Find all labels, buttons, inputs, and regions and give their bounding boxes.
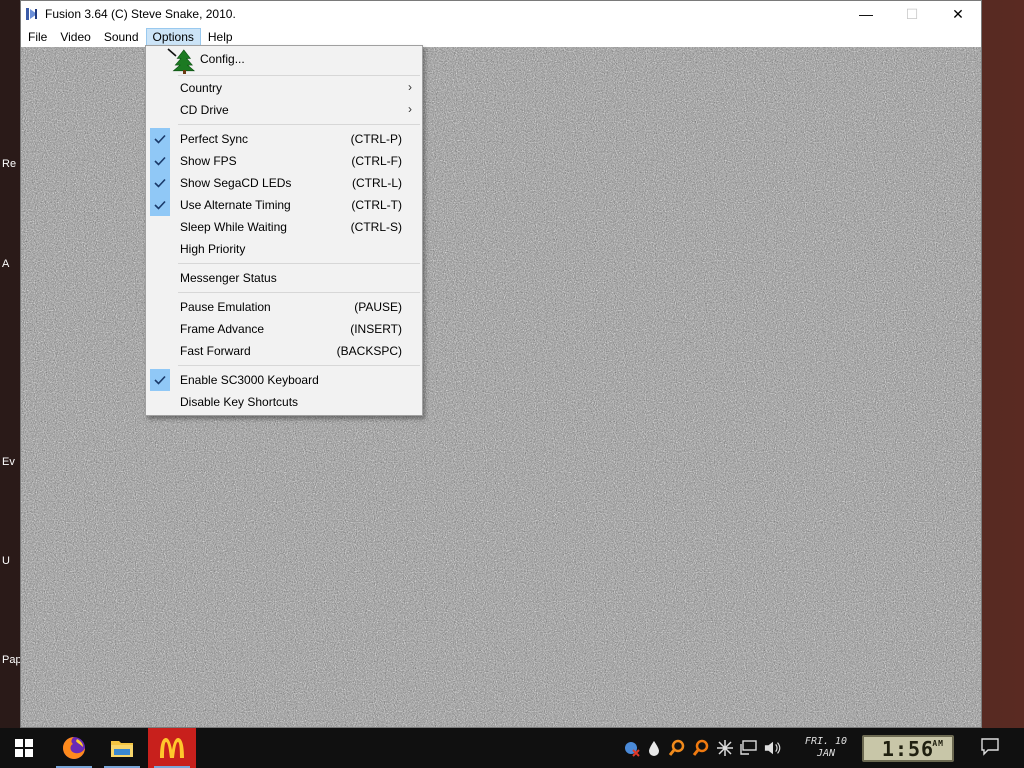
menu-item-frame-advance[interactable]: Frame Advance (INSERT) (146, 318, 422, 340)
shortcut-text: (CTRL-L) (352, 176, 402, 190)
taskbar-firefox[interactable] (50, 728, 98, 768)
use-alternate-timing-label: Use Alternate Timing (180, 198, 291, 212)
menu-separator (178, 75, 420, 76)
country-label: Country (180, 81, 223, 95)
high-priority-label: High Priority (180, 242, 246, 256)
taskbar-file-explorer[interactable] (98, 728, 146, 768)
menu-separator (178, 365, 420, 366)
checkmark-icon (150, 128, 170, 150)
menu-item-perfect-sync[interactable]: Perfect Sync (CTRL-P) (146, 128, 422, 150)
desktop-icon-label: A (2, 258, 10, 270)
checkmark-icon (150, 369, 170, 391)
menu-item-show-segacd-leds[interactable]: Show SegaCD LEDs (CTRL-L) (146, 172, 422, 194)
notification-icon (981, 738, 999, 756)
menu-item-country[interactable]: Country › (146, 77, 422, 99)
enable-sc3000-keyboard-label: Enable SC3000 Keyboard (180, 373, 319, 387)
show-fps-label: Show FPS (180, 154, 237, 168)
checkmark-icon (150, 216, 170, 238)
menu-file[interactable]: File (22, 28, 53, 46)
windows-logo-icon (15, 739, 33, 757)
desktop-icon-label: Pap (2, 654, 22, 666)
taskbar-date[interactable]: FRI. 10 JAN (796, 736, 856, 762)
menu-separator (178, 263, 420, 264)
tray-volume-icon[interactable] (764, 738, 782, 758)
date-month: JAN (816, 748, 836, 759)
submenu-arrow-icon: › (408, 80, 412, 94)
tray-search-orange-icon[interactable] (692, 738, 710, 758)
desktop-icon-label: Re (2, 158, 17, 170)
minimize-icon: — (859, 6, 873, 22)
checkmark-icon (150, 150, 170, 172)
menu-separator (178, 292, 420, 293)
clock-ampm: AM (932, 739, 944, 748)
title-bar[interactable]: Fusion 3.64 (C) Steve Snake, 2010. — ☐ ✕ (21, 1, 981, 27)
shortcut-text: (CTRL-S) (350, 220, 402, 234)
desktop-icon-label: U (2, 555, 10, 567)
menu-item-fast-forward[interactable]: Fast Forward (BACKSPC) (146, 340, 422, 362)
menu-item-cd-drive[interactable]: CD Drive › (146, 99, 422, 121)
menu-item-high-priority[interactable]: High Priority (146, 238, 422, 260)
menu-sound[interactable]: Sound (98, 28, 145, 46)
clock-time: 1:56 (881, 736, 935, 761)
fusion-app-icon (26, 8, 37, 20)
disable-key-shortcuts-label: Disable Key Shortcuts (180, 395, 299, 409)
mcdonalds-logo-icon (160, 738, 184, 758)
shortcut-text: (CTRL-T) (351, 198, 402, 212)
fast-forward-label: Fast Forward (180, 344, 251, 358)
minimize-button[interactable]: — (843, 1, 889, 27)
notification-center-button[interactable] (980, 736, 1002, 760)
menu-item-show-fps[interactable]: Show FPS (CTRL-F) (146, 150, 422, 172)
menu-item-enable-sc3000-keyboard[interactable]: Enable SC3000 Keyboard (146, 369, 422, 391)
options-dropdown-menu: Config... Country › CD Drive › Perfect S… (145, 45, 423, 416)
menu-help[interactable]: Help (202, 28, 239, 46)
maximize-button[interactable]: ☐ (889, 1, 935, 27)
config-label: Config... (200, 52, 245, 66)
close-button[interactable]: ✕ (935, 1, 981, 27)
menu-item-sleep-while-waiting[interactable]: Sleep While Waiting (CTRL-S) (146, 216, 422, 238)
pause-emulation-label: Pause Emulation (180, 300, 271, 314)
close-icon: ✕ (952, 5, 964, 22)
menu-options[interactable]: Options (145, 28, 201, 46)
sleep-while-waiting-label: Sleep While Waiting (180, 220, 287, 234)
firefox-icon (63, 737, 85, 759)
checkmark-icon (150, 238, 170, 260)
tray-snowflake-icon[interactable] (716, 738, 734, 758)
maximize-icon: ☐ (905, 5, 919, 22)
menu-item-config[interactable]: Config... (146, 48, 422, 74)
menu-item-disable-key-shortcuts[interactable]: Disable Key Shortcuts (146, 391, 422, 413)
shortcut-text: (CTRL-P) (350, 132, 402, 146)
shortcut-text: (CTRL-F) (351, 154, 402, 168)
checkmark-icon (150, 172, 170, 194)
frame-advance-label: Frame Advance (180, 322, 265, 336)
menu-item-pause-emulation[interactable]: Pause Emulation (PAUSE) (146, 296, 422, 318)
shortcut-text: (BACKSPC) (336, 344, 402, 358)
menu-separator (178, 124, 420, 125)
menu-video[interactable]: Video (54, 28, 96, 46)
taskbar-clock[interactable]: 1:56 AM (862, 735, 954, 762)
tray-search-orange-icon[interactable] (668, 738, 686, 758)
menu-bar: File Video Sound Options Help (21, 27, 981, 47)
date-day: FRI. 10 (804, 736, 848, 747)
cd-drive-label: CD Drive (180, 103, 229, 117)
perfect-sync-label: Perfect Sync (180, 132, 249, 146)
christmas-tree-cursor-icon (167, 48, 196, 74)
taskbar-mcdonalds[interactable] (148, 728, 196, 768)
checkmark-icon (150, 391, 170, 413)
checkmark-icon (150, 194, 170, 216)
desktop-icon-label: Ev (2, 456, 15, 468)
folder-icon (111, 741, 133, 757)
show-segacd-leds-label: Show SegaCD LEDs (180, 176, 292, 190)
menu-item-use-alternate-timing[interactable]: Use Alternate Timing (CTRL-T) (146, 194, 422, 216)
tray-network-error-icon[interactable] (622, 738, 640, 758)
menu-item-messenger-status[interactable]: Messenger Status (146, 267, 422, 289)
tray-drop-icon[interactable] (645, 738, 663, 758)
window-title: Fusion 3.64 (C) Steve Snake, 2010. (45, 7, 236, 21)
taskbar: FRI. 10 JAN 1:56 AM (0, 728, 1024, 768)
shortcut-text: (PAUSE) (354, 300, 402, 314)
submenu-arrow-icon: › (408, 102, 412, 116)
start-button[interactable] (0, 728, 48, 768)
shortcut-text: (INSERT) (350, 322, 402, 336)
messenger-status-label: Messenger Status (180, 271, 277, 285)
tray-network-icon[interactable] (740, 738, 758, 758)
